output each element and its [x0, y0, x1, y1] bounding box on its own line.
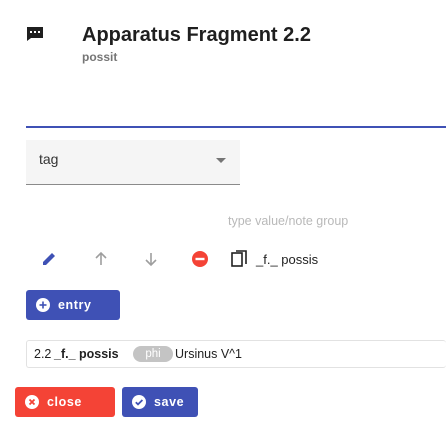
arrow-down-icon[interactable]: [140, 246, 164, 274]
copy-icon[interactable]: [229, 246, 253, 274]
chevron-down-icon: [216, 158, 226, 163]
entry-lemma: _f._ possis: [54, 347, 119, 361]
tag-select[interactable]: tag: [26, 140, 240, 185]
add-entry-button[interactable]: entry: [26, 290, 120, 320]
edit-icon[interactable]: [38, 246, 62, 274]
save-label: save: [154, 395, 185, 409]
add-entry-label: entry: [58, 298, 92, 312]
save-button[interactable]: save: [122, 387, 198, 417]
entry-toolbar: _f._ possis: [26, 246, 446, 274]
value-placeholder[interactable]: type value/note group: [228, 214, 348, 228]
list-item[interactable]: 2.2 _f._ possis phi Ursinus V^1: [26, 340, 446, 368]
entry-ref: 2.2: [34, 347, 52, 361]
tag-select-value: tag: [39, 151, 59, 167]
entry-badge: phi: [133, 346, 173, 362]
arrow-up-icon[interactable]: [90, 246, 114, 274]
active-input-underline[interactable]: [26, 126, 446, 128]
comment-icon: [26, 26, 44, 42]
close-label: close: [47, 395, 82, 409]
page-title: Apparatus Fragment 2.2: [82, 24, 311, 46]
remove-icon[interactable]: [189, 246, 213, 274]
toolbar-lemma-text: _f._ possis: [256, 252, 319, 267]
close-button[interactable]: close: [15, 387, 115, 417]
fragment-header: Apparatus Fragment 2.2 possit: [26, 24, 426, 66]
entry-witness: Ursinus V^1: [175, 347, 242, 361]
page-subtitle: possit: [82, 50, 118, 64]
